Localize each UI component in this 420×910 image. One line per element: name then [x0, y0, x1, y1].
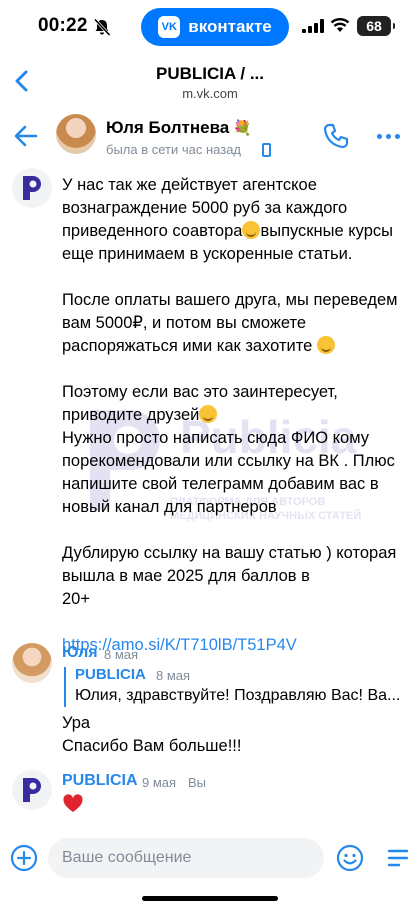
- vk-app-label: вконтакте: [188, 17, 272, 36]
- message-line: вознаграждение 5000 руб за каждого: [62, 199, 348, 217]
- bell-muted-icon: [93, 18, 111, 37]
- smile-emoji-icon: [242, 221, 261, 239]
- wifi-icon: [330, 18, 350, 32]
- menu-lines-icon[interactable]: [386, 846, 410, 870]
- reply-time: 8 мая: [156, 668, 191, 683]
- message-line: Дублирую ссылку на вашу статью ) которая: [62, 544, 397, 562]
- contact-name-row[interactable]: Юля Болтнева 💐: [106, 118, 252, 138]
- emoji-picker-icon[interactable]: [336, 844, 364, 872]
- message-input[interactable]: [48, 838, 324, 878]
- message-line: Поэтому если вас это заинтересует,: [62, 383, 338, 401]
- yulia-message-time: 8 мая: [104, 647, 139, 662]
- publicia-avatar[interactable]: [12, 168, 52, 208]
- reply-sender-name[interactable]: PUBLICIA: [75, 666, 146, 683]
- message-line: вышла в мае 2025 для баллов в: [62, 567, 310, 585]
- message-line: вам 5000₽, и потом вы сможете: [62, 314, 307, 332]
- battery-icon: 68: [357, 16, 395, 36]
- seen-by-label: Вы: [188, 775, 207, 790]
- message-line: порекомендовали или ссылку на ВК . Плюс: [62, 452, 395, 470]
- contact-name: Юля Болтнева: [106, 118, 230, 137]
- reply-preview-text[interactable]: Юлия, здравствуйте! Поздравляю Вас! Ва..…: [75, 687, 405, 705]
- chat-header: Юля Болтнева 💐 была в сети час назад: [0, 112, 420, 162]
- message-line: распоряжаться ими как захотите: [62, 335, 412, 358]
- browser-url: m.vk.com: [182, 86, 238, 101]
- phone-call-icon[interactable]: [322, 122, 350, 150]
- yulia-message-line-2: Спасибо Вам больше!!!: [62, 737, 242, 755]
- publicia-avatar-2[interactable]: [12, 770, 52, 810]
- mobile-device-icon: [262, 143, 271, 157]
- add-attachment-icon[interactable]: [10, 844, 38, 872]
- publicia-logo-icon: [23, 176, 41, 200]
- yulia-sender-name[interactable]: Юля: [62, 644, 98, 662]
- yulia-message-line-1: Ура: [62, 714, 91, 732]
- home-indicator[interactable]: [142, 896, 278, 901]
- browser-header: PUBLICIA / ... m.vk.com: [0, 54, 420, 112]
- yulia-avatar[interactable]: [12, 643, 52, 683]
- message-composer: [0, 832, 420, 884]
- publicia-message-time: 9 мая: [142, 775, 177, 790]
- contact-status: была в сети час назад: [106, 142, 242, 157]
- message-line: У нас так же действует агентское: [62, 176, 317, 194]
- signal-icon: [302, 19, 324, 33]
- bouquet-icon: 💐: [233, 120, 252, 137]
- publicia-sender-name[interactable]: PUBLICIA: [62, 772, 138, 790]
- message-line: новый канал для партнеров: [62, 498, 277, 516]
- message-line: еще принимаем в ускоренные статьи.: [62, 245, 353, 263]
- relieved-emoji-icon: [316, 336, 335, 354]
- publicia-logo-icon: [23, 778, 41, 802]
- message-line: 20+: [62, 590, 90, 608]
- battery-level: 68: [366, 18, 382, 34]
- back-arrow-icon[interactable]: [12, 122, 40, 150]
- reply-quote-bar: [64, 667, 66, 707]
- message-line: Нужно просто написать сюда ФИО кому: [62, 429, 370, 447]
- message-line: напишите свой телеграмм добавим вас в: [62, 475, 379, 493]
- message-line: приведенного соавтора выпускные курсы: [62, 221, 394, 240]
- publicia-message-text: У нас так же действует агентское вознагр…: [62, 174, 412, 657]
- message-line: После оплаты вашего друга, мы переведем: [62, 291, 398, 309]
- relieved-emoji-icon: [199, 405, 218, 423]
- heart-emoji-icon: [63, 794, 83, 812]
- vk-app-pill[interactable]: VK вконтакте: [141, 8, 289, 46]
- status-time: 00:22: [38, 15, 88, 36]
- vk-logo-icon: VK: [158, 16, 181, 38]
- message-line: приводите друзей: [62, 404, 412, 427]
- more-options-icon[interactable]: [377, 134, 400, 139]
- contact-avatar[interactable]: [56, 114, 96, 154]
- status-bar: 00:22 VK вконтакте 68: [0, 0, 420, 54]
- browser-title: PUBLICIA / ...: [156, 64, 264, 83]
